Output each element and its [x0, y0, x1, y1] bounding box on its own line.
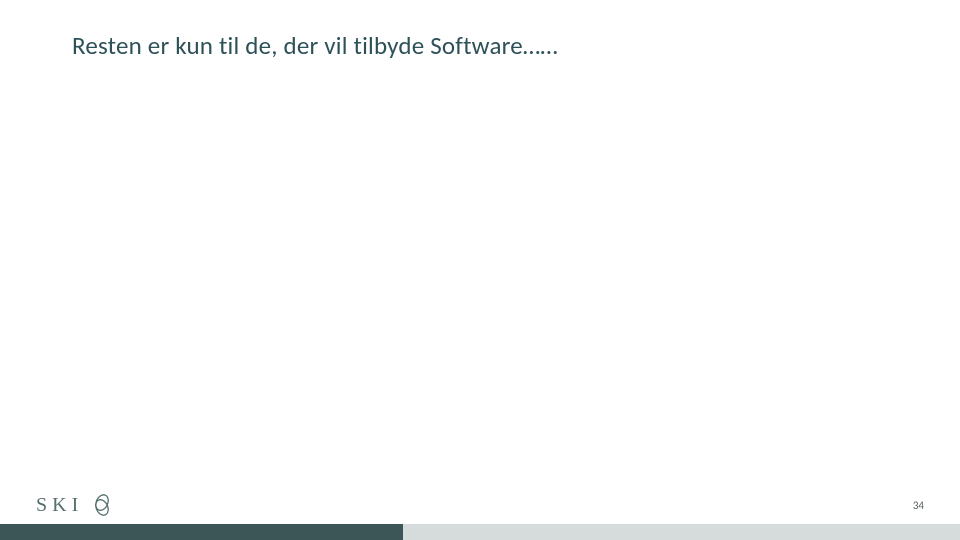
slide-footer: SKI 34 [0, 488, 960, 522]
brand-mark-icon [89, 492, 115, 518]
brand-logo: SKI [36, 492, 115, 518]
brand-text: SKI [36, 494, 83, 517]
slide-title: Resten er kun til de, der vil tilbyde So… [72, 30, 558, 61]
bottom-bar-light-segment [403, 524, 960, 540]
bottom-bar-dark-segment [0, 524, 403, 540]
page-number: 34 [913, 499, 924, 512]
bottom-accent-bar [0, 524, 960, 540]
